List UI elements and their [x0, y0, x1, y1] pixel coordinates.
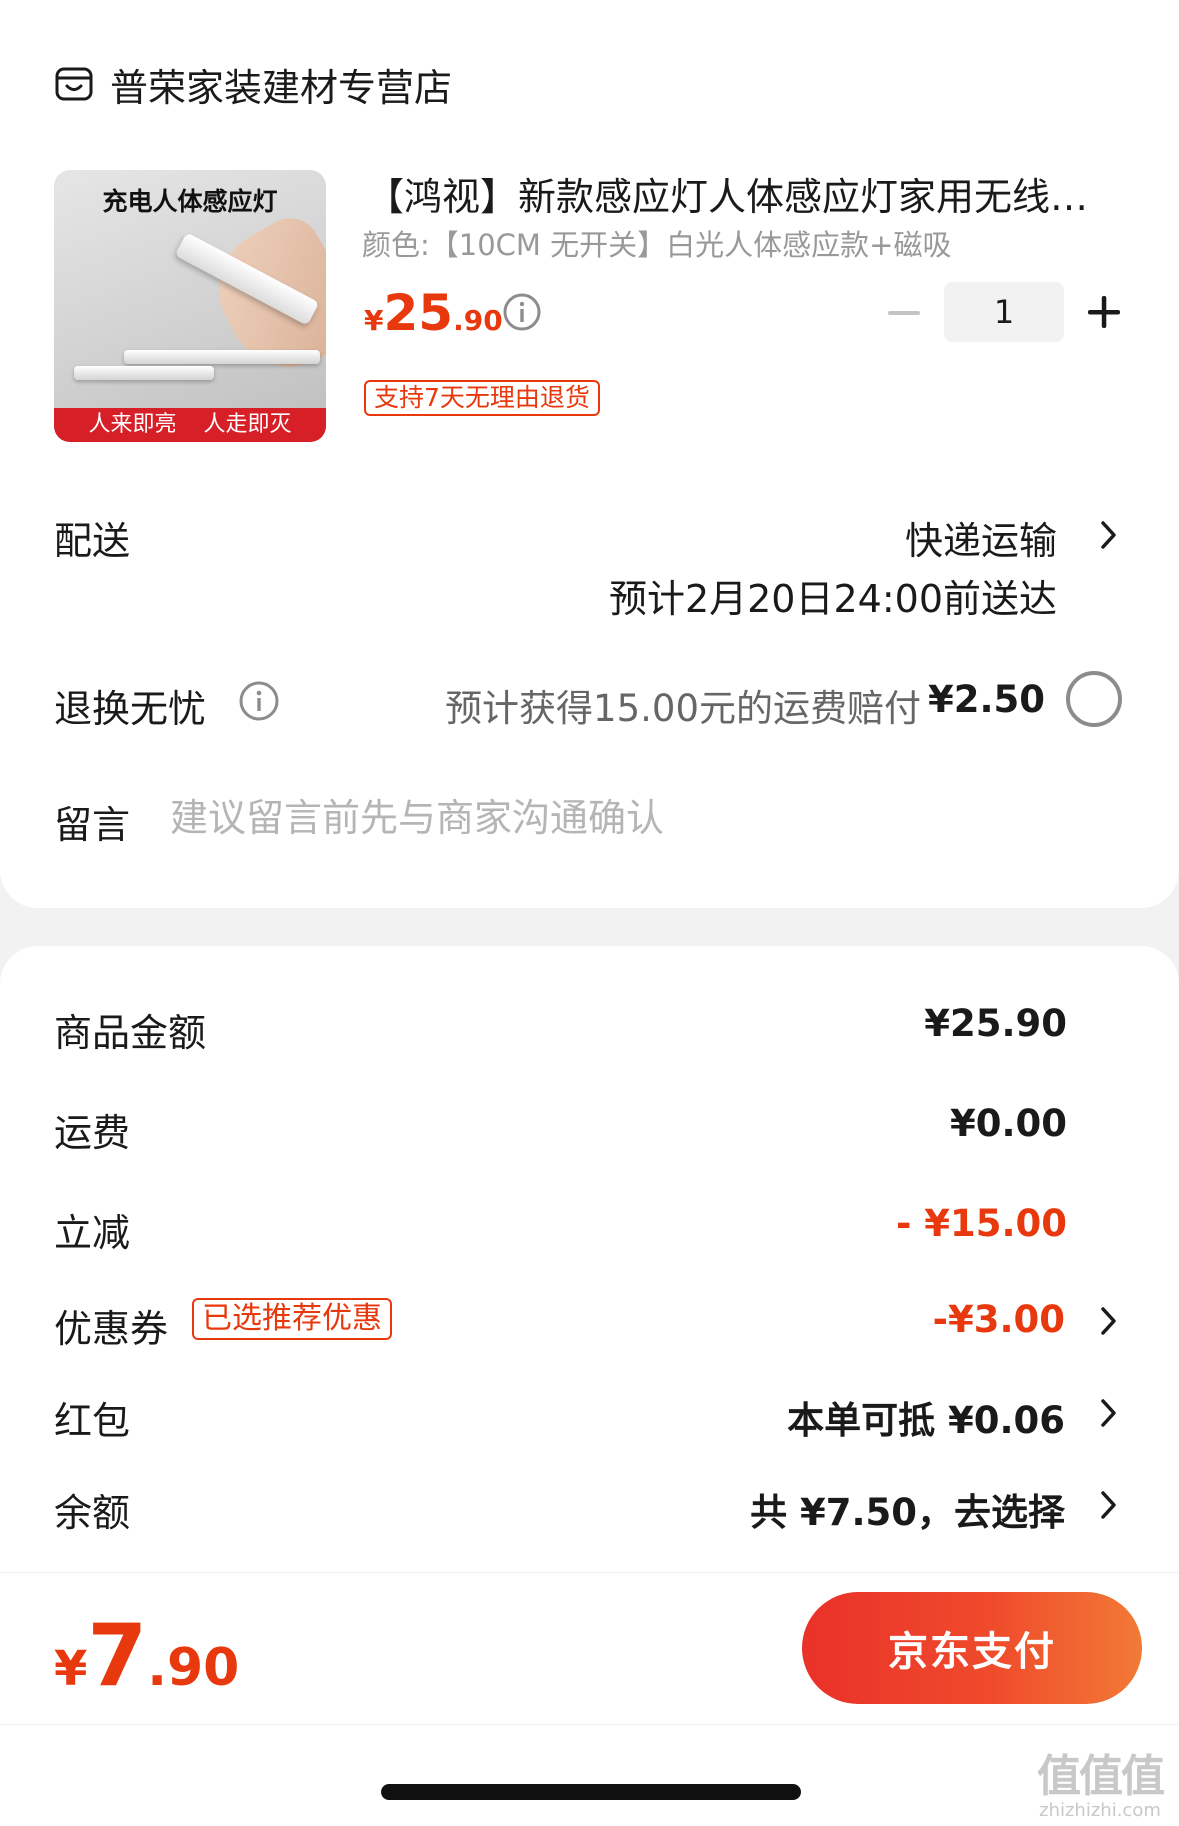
goods-amount-value: ¥25.90	[924, 1002, 1067, 1045]
price-decimal: .90	[453, 304, 503, 337]
chevron-right-icon[interactable]	[1098, 1488, 1120, 1522]
return-insurance-price: ¥2.50	[927, 678, 1045, 721]
balance-value[interactable]: 共 ¥7.50，去选择	[750, 1482, 1065, 1536]
delivery-method[interactable]: 快递运输	[905, 510, 1057, 565]
delivery-eta: 预计2月20日24:00前送达	[608, 577, 1057, 621]
watermark: 值值值 zhizhizhi.com	[1030, 1740, 1170, 1821]
product-image-lamp	[74, 366, 214, 380]
bottom-divider	[0, 1724, 1179, 1725]
price-integer: 25	[383, 284, 454, 342]
product-image[interactable]: 充电人体感应灯 人来即亮 人走即灭	[54, 170, 326, 442]
quantity-increase-button[interactable]	[1084, 292, 1124, 332]
instant-discount-value: - ¥15.00	[895, 1202, 1067, 1245]
order-total: ¥ 7 .90	[54, 1606, 239, 1706]
home-indicator[interactable]	[381, 1784, 801, 1800]
price-currency: ¥	[364, 304, 384, 337]
quantity-value[interactable]: 1	[944, 282, 1064, 342]
red-packet-value[interactable]: 本单可抵 ¥0.06	[787, 1390, 1065, 1444]
product-image-banner: 人来即亮 人走即灭	[54, 408, 326, 442]
red-packet-label: 红包	[54, 1399, 131, 1443]
price-info-icon[interactable]	[502, 292, 542, 332]
coupon-label: 优惠券	[54, 1307, 169, 1351]
coupon-value[interactable]: -¥3.00	[933, 1298, 1065, 1341]
coupon-badge: 已选推荐优惠	[192, 1298, 392, 1340]
return-insurance-radio[interactable]	[1066, 671, 1122, 727]
watermark-logo: 值值值	[1037, 1751, 1165, 1802]
message-label: 留言	[54, 803, 131, 847]
chevron-right-icon[interactable]	[1098, 518, 1120, 552]
quantity-decrease-button[interactable]	[884, 296, 924, 330]
store-name: 普荣家装建材专营店	[110, 65, 453, 110]
total-integer: 7	[87, 1606, 148, 1706]
store-icon	[55, 67, 93, 101]
goods-amount-label: 商品金额	[54, 1011, 207, 1055]
product-image-lamp	[124, 350, 320, 364]
info-icon[interactable]	[238, 680, 280, 722]
store-header[interactable]: 普荣家装建材专营店	[54, 56, 452, 112]
balance-label: 余额	[54, 1491, 131, 1535]
chevron-right-icon[interactable]	[1098, 1304, 1120, 1338]
message-input[interactable]	[170, 790, 1120, 846]
return-policy-badge: 支持7天无理由退货	[364, 380, 600, 416]
delivery-label: 配送	[54, 519, 131, 563]
instant-discount-label: 立减	[54, 1211, 131, 1255]
watermark-url: zhizhizhi.com	[1039, 1800, 1161, 1821]
jd-pay-button[interactable]: 京东支付	[802, 1592, 1142, 1704]
product-title[interactable]: 【鸿视】新款感应灯人体感应灯家用无线…	[366, 166, 1126, 221]
order-item-card: 普荣家装建材专营店 充电人体感应灯 人来即亮 人走即灭 【鸿视】新款感应灯人体感…	[0, 0, 1179, 908]
shipping-fee-label: 运费	[54, 1111, 131, 1155]
return-insurance-label: 退换无忧	[54, 687, 207, 731]
product-spec[interactable]: 颜色:【10CM 无开关】白光人体感应款+磁吸	[362, 222, 951, 264]
return-insurance-description: 预计获得15.00元的运费赔付	[445, 687, 921, 730]
footer-divider	[0, 1572, 1179, 1573]
shipping-fee-value: ¥0.00	[949, 1102, 1067, 1145]
total-currency: ¥	[54, 1641, 88, 1697]
product-image-title: 充电人体感应灯	[102, 187, 278, 216]
product-price: ¥ 25 .90	[364, 284, 503, 342]
total-decimal: .90	[147, 1638, 240, 1698]
chevron-right-icon[interactable]	[1098, 1396, 1120, 1430]
